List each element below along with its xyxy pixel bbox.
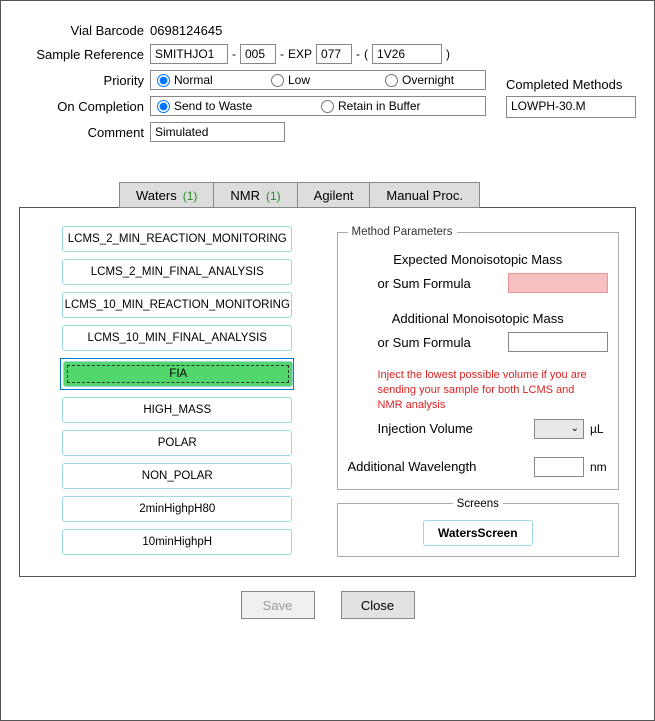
tab-content-panel: LCMS_2_MIN_REACTION_MONITORING LCMS_2_MI… bbox=[19, 207, 636, 577]
app-window: Vial Barcode 0698124645 Sample Reference… bbox=[0, 0, 655, 721]
priority-option-normal[interactable]: Normal bbox=[157, 73, 257, 87]
method-item-selection-wrap: FIA bbox=[60, 358, 294, 390]
tab-agilent[interactable]: Agilent bbox=[297, 182, 371, 208]
sample-ref-b-input[interactable] bbox=[240, 44, 276, 64]
method-parameters-fieldset: Method Parameters Expected Monoisotopic … bbox=[337, 226, 620, 490]
tab-manual-proc-label: Manual Proc. bbox=[386, 188, 463, 203]
completed-methods-field[interactable]: LOWPH-30.M bbox=[506, 96, 636, 118]
method-item[interactable]: LCMS_2_MIN_REACTION_MONITORING bbox=[62, 226, 292, 252]
method-item[interactable]: LCMS_10_MIN_REACTION_MONITORING bbox=[62, 292, 292, 318]
tab-nmr[interactable]: NMR (1) bbox=[213, 182, 297, 208]
paren-open: ( bbox=[364, 47, 368, 61]
tab-waters-badge: (1) bbox=[183, 189, 198, 203]
oncomp-label-retain: Retain in Buffer bbox=[338, 99, 421, 113]
additional-monoisotopic-mass-label: Additional Monoisotopic Mass bbox=[348, 311, 609, 326]
priority-label-low: Low bbox=[288, 73, 310, 87]
tab-waters-label: Waters bbox=[136, 188, 177, 203]
completed-methods-label: Completed Methods bbox=[506, 77, 636, 92]
oncomp-option-waste[interactable]: Send to Waste bbox=[157, 99, 307, 113]
sep-1: - bbox=[232, 47, 236, 61]
priority-option-low[interactable]: Low bbox=[271, 73, 371, 87]
tab-nmr-badge: (1) bbox=[266, 189, 281, 203]
method-item[interactable]: LCMS_2_MIN_FINAL_ANALYSIS bbox=[62, 259, 292, 285]
injection-volume-unit: µL bbox=[590, 422, 608, 436]
on-completion-group: Send to Waste Retain in Buffer bbox=[150, 96, 486, 116]
tabs-row: Waters (1) NMR (1) Agilent Manual Proc. bbox=[119, 182, 636, 208]
label-vial-barcode: Vial Barcode bbox=[19, 23, 144, 38]
priority-radio-low[interactable] bbox=[271, 74, 284, 87]
method-item-selected[interactable]: FIA bbox=[63, 361, 293, 387]
method-item[interactable]: 2minHighpH80 bbox=[62, 496, 292, 522]
comment-input[interactable] bbox=[150, 122, 285, 142]
close-button[interactable]: Close bbox=[341, 591, 415, 619]
tab-agilent-label: Agilent bbox=[314, 188, 354, 203]
paren-close: ) bbox=[446, 47, 450, 61]
injection-volume-note: Inject the lowest possible volume if you… bbox=[378, 368, 598, 413]
method-item[interactable]: LCMS_10_MIN_FINAL_ANALYSIS bbox=[62, 325, 292, 351]
tab-manual-proc[interactable]: Manual Proc. bbox=[369, 182, 480, 208]
method-item[interactable]: POLAR bbox=[62, 430, 292, 456]
chevron-down-icon: ⌄ bbox=[571, 423, 579, 434]
injection-volume-dropdown[interactable]: ⌄ bbox=[534, 419, 584, 439]
sample-ref-d-input[interactable] bbox=[372, 44, 442, 64]
tab-waters[interactable]: Waters (1) bbox=[119, 182, 214, 208]
priority-label-overnight: Overnight bbox=[402, 73, 454, 87]
label-priority: Priority bbox=[19, 73, 144, 88]
sample-ref-exp-label: EXP bbox=[288, 47, 312, 61]
injection-volume-label: Injection Volume bbox=[378, 421, 473, 436]
expected-mass-input[interactable] bbox=[508, 273, 608, 293]
oncomp-option-retain[interactable]: Retain in Buffer bbox=[321, 99, 421, 113]
priority-group: Normal Low Overnight bbox=[150, 70, 486, 90]
or-sum-formula-label-2: or Sum Formula bbox=[378, 335, 471, 350]
action-row: Save Close bbox=[19, 591, 636, 619]
additional-wavelength-input[interactable] bbox=[534, 457, 584, 477]
priority-label-normal: Normal bbox=[174, 73, 213, 87]
sample-ref-c-input[interactable] bbox=[316, 44, 352, 64]
screens-fieldset: Screens WatersScreen bbox=[337, 498, 620, 557]
sample-reference-group: - - EXP - ( ) bbox=[150, 44, 450, 64]
method-parameters-legend: Method Parameters bbox=[348, 226, 457, 238]
sep-2: - bbox=[280, 47, 284, 61]
method-item[interactable]: NON_POLAR bbox=[62, 463, 292, 489]
save-button[interactable]: Save bbox=[241, 591, 315, 619]
additional-wavelength-label: Additional Wavelength bbox=[348, 459, 477, 474]
waters-screen-button[interactable]: WatersScreen bbox=[423, 520, 533, 546]
additional-wavelength-unit: nm bbox=[590, 460, 608, 474]
expected-monoisotopic-mass-label: Expected Monoisotopic Mass bbox=[348, 252, 609, 267]
method-params-column: Method Parameters Expected Monoisotopic … bbox=[335, 226, 622, 562]
or-sum-formula-label-1: or Sum Formula bbox=[378, 276, 471, 291]
completed-methods-block: Completed Methods LOWPH-30.M bbox=[506, 77, 636, 118]
priority-radio-overnight[interactable] bbox=[385, 74, 398, 87]
label-comment: Comment bbox=[19, 125, 144, 140]
label-on-completion: On Completion bbox=[19, 99, 144, 114]
priority-option-overnight[interactable]: Overnight bbox=[385, 73, 454, 87]
additional-mass-input[interactable] bbox=[508, 332, 608, 352]
label-sample-reference: Sample Reference bbox=[19, 47, 144, 62]
sep-3: - bbox=[356, 47, 360, 61]
method-item[interactable]: HIGH_MASS bbox=[62, 397, 292, 423]
oncomp-radio-waste[interactable] bbox=[157, 100, 170, 113]
sample-ref-a-input[interactable] bbox=[150, 44, 228, 64]
vial-barcode-value: 0698124645 bbox=[150, 23, 222, 38]
method-list: LCMS_2_MIN_REACTION_MONITORING LCMS_2_MI… bbox=[34, 226, 321, 562]
oncomp-label-waste: Send to Waste bbox=[174, 99, 252, 113]
method-item[interactable]: 10minHighpH bbox=[62, 529, 292, 555]
screens-legend: Screens bbox=[453, 498, 503, 510]
oncomp-radio-retain[interactable] bbox=[321, 100, 334, 113]
tab-nmr-label: NMR bbox=[230, 188, 260, 203]
priority-radio-normal[interactable] bbox=[157, 74, 170, 87]
